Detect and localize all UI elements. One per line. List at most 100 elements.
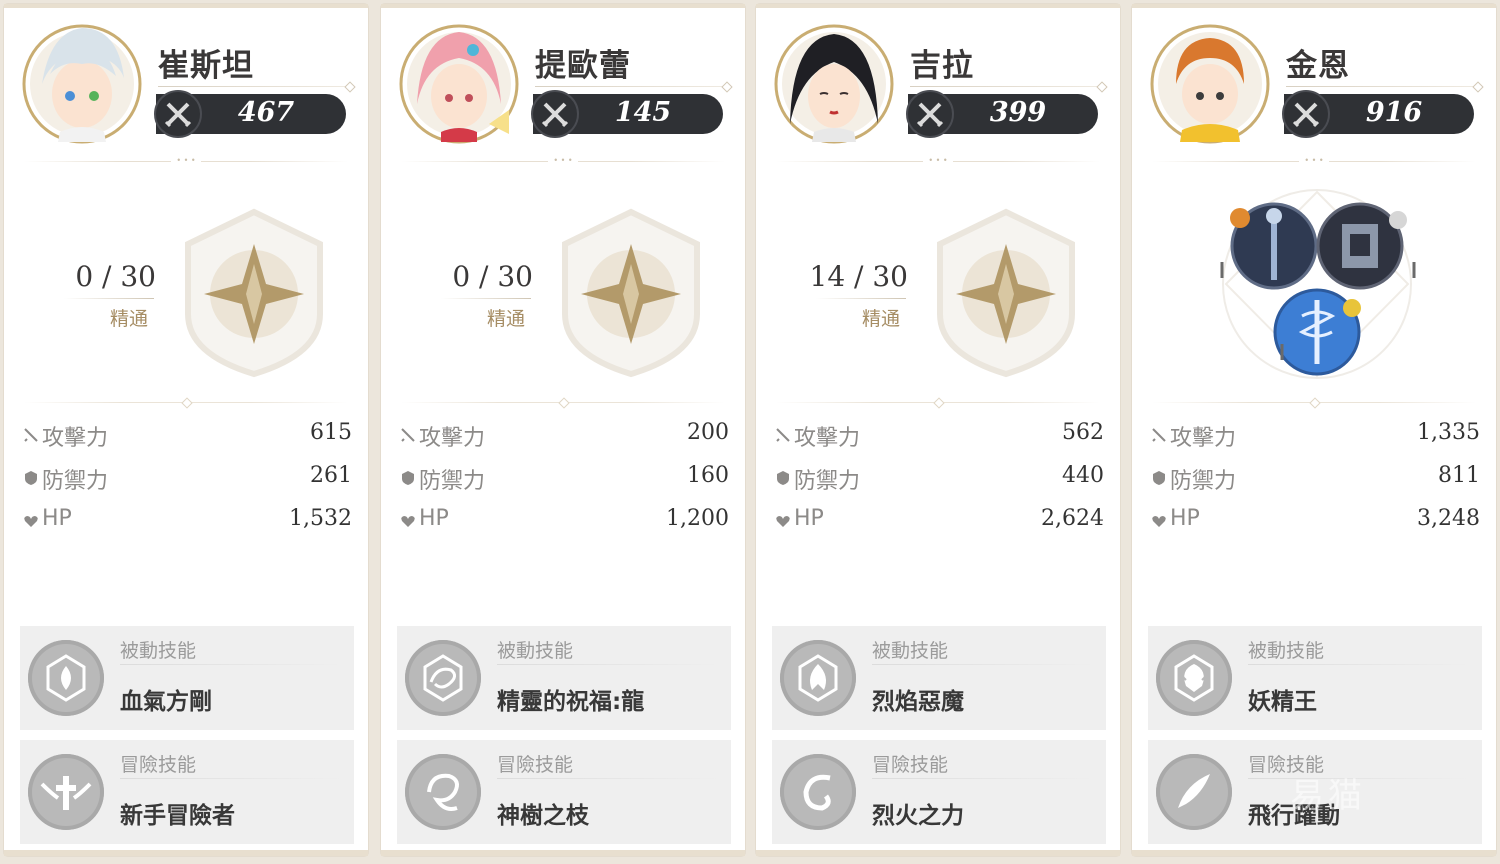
fairy-king-icon (1156, 640, 1232, 716)
combat-power-bar: 399 (906, 90, 1098, 138)
relic-slots[interactable] (1172, 184, 1462, 384)
adventure-skill-panel[interactable]: 冒險技能 烈火之力 (772, 740, 1106, 844)
character-name: 崔斯坦 (158, 48, 254, 84)
stat-label: 防禦力 (1170, 469, 1237, 494)
skill-divider (120, 778, 342, 779)
skill-name: 精靈的祝福:龍 (497, 689, 645, 715)
adventure-skill-panel[interactable]: 冒險技能 新手冒險者 (20, 740, 354, 844)
character-name: 金恩 (1286, 48, 1350, 84)
stat-label: HP (1170, 506, 1200, 531)
combat-power-value: 399 (989, 97, 1047, 128)
stats-divider (401, 402, 725, 403)
stat-value: 3,248 (1417, 506, 1480, 531)
stat-attack: 攻擊力 615 (20, 420, 352, 451)
name-divider (1286, 86, 1482, 87)
skill-name: 妖精王 (1248, 689, 1317, 715)
character-card-1[interactable]: 崔斯坦 467 • • • 0 / 30 精通 攻擊力 615 防禦力 261 … (4, 4, 368, 856)
character-card-2[interactable]: 提歐蕾 145 • • • 0 / 30 精通 攻擊力 200 防禦力 160 … (381, 4, 745, 856)
stat-label: 防禦力 (794, 469, 861, 494)
passive-skill-panel[interactable]: 被動技能 血氣方剛 (20, 626, 354, 730)
stat-value: 1,335 (1417, 420, 1480, 445)
stat-value: 1,532 (289, 506, 352, 531)
relic-scepter-icon[interactable] (1230, 202, 1318, 290)
header-divider: • • • (401, 156, 725, 166)
heart-icon (776, 516, 790, 527)
passive-skill-panel[interactable]: 被動技能 精靈的祝福:龍 (397, 626, 731, 730)
stat-defense: 防禦力 811 (1148, 463, 1480, 494)
stat-defense: 防禦力 261 (20, 463, 352, 494)
dragon-icon (405, 640, 481, 716)
skill-divider (497, 778, 719, 779)
stat-label: 攻擊力 (419, 426, 486, 451)
crossed-swords-icon (1282, 90, 1330, 138)
stat-hp: HP 1,200 (397, 506, 729, 536)
blood-flame-icon (28, 640, 104, 716)
mastery-emblem-icon[interactable] (170, 204, 338, 379)
sword-icon (24, 428, 38, 442)
passive-skill-panel[interactable]: 被動技能 烈焰惡魔 (772, 626, 1106, 730)
stat-value: 615 (310, 420, 352, 445)
character-portrait (22, 24, 142, 144)
stats-divider (1152, 402, 1476, 403)
combat-power-value: 916 (1365, 97, 1423, 128)
stat-value: 440 (1062, 463, 1104, 488)
name-divider (158, 86, 354, 87)
stat-attack: 攻擊力 562 (772, 420, 1104, 451)
character-card-4[interactable]: 金恩 916 • • • 攻擊力 1,335 防禦力 811 HP 3,248 … (1132, 4, 1496, 856)
mastery-value: 0 / 30 (452, 260, 533, 293)
mastery-value: 0 / 30 (75, 260, 156, 293)
stat-value: 2,624 (1041, 506, 1104, 531)
sword-icon (401, 428, 415, 442)
stat-attack: 攻擊力 1,335 (1148, 420, 1480, 451)
stats-divider (24, 402, 348, 403)
stat-value: 562 (1062, 420, 1104, 445)
relic-book-icon[interactable] (1316, 202, 1407, 290)
header-divider: • • • (24, 156, 348, 166)
crossed-swords-icon (154, 90, 202, 138)
stat-label: HP (419, 506, 449, 531)
stat-label: 攻擊力 (794, 426, 861, 451)
skill-type-label: 冒險技能 (120, 754, 197, 776)
character-card-3[interactable]: 吉拉 399 • • • 14 / 30 精通 攻擊力 562 防禦力 440 … (756, 4, 1120, 856)
skill-name: 烈火之力 (872, 803, 964, 829)
stat-label: 防禦力 (42, 469, 109, 494)
mastery-divider (64, 298, 154, 299)
character-portrait (774, 24, 894, 144)
mastery-emblem-icon[interactable] (922, 204, 1090, 379)
passive-skill-panel[interactable]: 被動技能 妖精王 (1148, 626, 1482, 730)
character-name: 吉拉 (910, 48, 974, 84)
skill-type-label: 冒險技能 (872, 754, 949, 776)
combat-power-bar: 467 (154, 90, 346, 138)
skill-divider (497, 664, 719, 665)
crossed-swords-icon (906, 90, 954, 138)
fire-swirl-icon (780, 754, 856, 830)
shield-icon (402, 471, 414, 485)
skill-type-label: 被動技能 (497, 640, 574, 662)
combat-power-bar: 145 (531, 90, 723, 138)
stat-label: 防禦力 (419, 469, 486, 494)
stat-value: 200 (687, 420, 729, 445)
adventure-skill-panel[interactable]: 冒險技能 神樹之枝 (397, 740, 731, 844)
stat-label: 攻擊力 (1170, 426, 1237, 451)
skill-name: 神樹之枝 (497, 803, 589, 829)
mastery-emblem-icon[interactable] (547, 204, 715, 379)
relic-caduceus-icon[interactable] (1273, 288, 1361, 376)
stat-label: 攻擊力 (42, 426, 109, 451)
skill-divider (872, 778, 1094, 779)
winged-cross-icon (28, 754, 104, 830)
skill-divider (1248, 664, 1470, 665)
shield-icon (25, 471, 37, 485)
name-divider (535, 86, 731, 87)
stat-defense: 防禦力 160 (397, 463, 729, 494)
character-name: 提歐蕾 (535, 48, 631, 84)
shield-icon (777, 471, 789, 485)
stat-label: HP (794, 506, 824, 531)
skill-name: 新手冒險者 (120, 803, 235, 829)
combat-power-bar: 916 (1282, 90, 1474, 138)
demon-flame-icon (780, 640, 856, 716)
heart-icon (401, 516, 415, 527)
stat-label: HP (42, 506, 72, 531)
sword-icon (1152, 428, 1166, 442)
mastery-label: 精通 (486, 308, 525, 330)
crossed-swords-icon (531, 90, 579, 138)
